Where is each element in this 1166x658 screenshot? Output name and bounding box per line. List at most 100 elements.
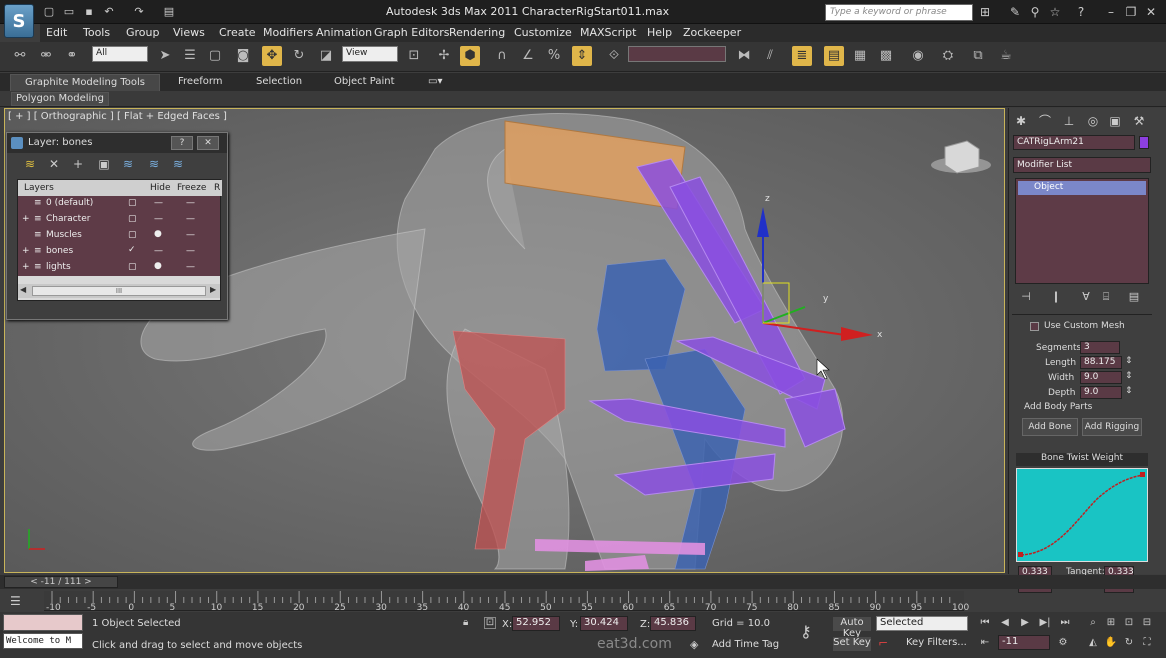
add-to-layer-icon[interactable]: + (71, 157, 85, 171)
freeze-toggle[interactable]: — (186, 230, 195, 240)
scale-icon[interactable]: ◪ (316, 46, 336, 66)
angle-snap-icon[interactable]: ∠ (518, 46, 538, 66)
menu-customize[interactable]: Customize (514, 26, 572, 39)
motion-tab-icon[interactable]: ◎ (1084, 112, 1102, 130)
col-hide[interactable]: Hide (150, 183, 171, 193)
rotate-icon[interactable]: ↻ (289, 46, 309, 66)
lightbulb-icon[interactable]: ● (154, 229, 162, 239)
bind-space-warp-icon[interactable]: ⚭ (62, 46, 82, 66)
create-tab-icon[interactable]: ✱ (1012, 112, 1030, 130)
render-production-icon[interactable]: ☕ (996, 46, 1016, 66)
menu-rendering[interactable]: Rendering (449, 26, 505, 39)
col-render[interactable]: R (214, 183, 220, 193)
expand-toggle[interactable]: + (22, 262, 30, 272)
expand-toggle[interactable]: + (22, 246, 30, 256)
layer-row-muscles[interactable]: ≡ Muscles ▢ ● — (18, 228, 220, 244)
layer-close-button[interactable]: ✕ (197, 136, 219, 150)
highlight-layers-icon[interactable]: ≋ (121, 157, 135, 171)
goto-end-icon[interactable]: ⏭ (1058, 616, 1072, 630)
current-layer-check-icon[interactable]: ✓ (128, 245, 136, 255)
pin-stack-icon[interactable]: ⊣ (1018, 290, 1034, 304)
field-of-view-icon[interactable]: ◭ (1086, 636, 1100, 650)
unlink-icon[interactable]: ⚮ (36, 46, 56, 66)
rectangular-selection-icon[interactable]: ▢ (205, 46, 225, 66)
pan-view-icon[interactable]: ✋ (1104, 636, 1118, 650)
graphite-toggle-icon[interactable]: ▤ (824, 46, 844, 66)
tab-freeform[interactable]: Freeform (172, 74, 229, 91)
selection-lock-icon[interactable]: 🔒︎ (463, 617, 468, 628)
zoom-extents-all-icon[interactable]: ⊟ (1140, 616, 1154, 630)
layers-icon[interactable]: ≋ (23, 157, 37, 171)
move-icon[interactable]: ✥ (262, 46, 282, 66)
set-key-button[interactable]: Set Key (833, 637, 871, 651)
current-layer-icon[interactable]: ▢ (128, 198, 137, 208)
length-field[interactable]: 88.175 (1080, 356, 1122, 369)
current-layer-icon[interactable]: ▢ (128, 262, 137, 272)
select-highlighted-icon[interactable]: ▣ (97, 157, 111, 171)
layer-help-button[interactable]: ? (171, 136, 193, 150)
make-unique-icon[interactable]: ∀ (1078, 290, 1094, 304)
time-tag-icon[interactable]: ◈ (690, 638, 698, 651)
add-rigging-button[interactable]: Add Rigging (1082, 418, 1142, 436)
tab-selection[interactable]: Selection (250, 74, 308, 91)
stack-item-object[interactable]: Object (1018, 181, 1146, 195)
next-frame-icon[interactable]: ▶| (1038, 616, 1052, 630)
tools-icon[interactable]: ✎ (1008, 5, 1022, 19)
layer-window-titlebar[interactable]: Layer: bones ? ✕ (7, 133, 227, 153)
layer-row-default[interactable]: ≡ 0 (default) ▢ — — (18, 196, 220, 212)
menu-animation[interactable]: Animation (316, 26, 372, 39)
star-icon[interactable]: ☆ (1048, 5, 1062, 19)
menu-edit[interactable]: Edit (46, 26, 67, 39)
time-slider-track[interactable] (0, 575, 1166, 589)
width-field[interactable]: 9.0 (1080, 371, 1122, 384)
bone-twist-weight-header[interactable]: Bone Twist Weight (1016, 453, 1148, 466)
col-layers[interactable]: Layers (24, 183, 54, 193)
tab-object-paint[interactable]: Object Paint (328, 74, 401, 91)
set-key-icon[interactable]: ⚷ (800, 622, 812, 641)
freeze-toggle[interactable]: — (186, 214, 195, 224)
hide-toggle[interactable]: — (154, 214, 163, 224)
length-spinner-icon[interactable]: ⇕ (1125, 356, 1133, 366)
delete-layer-icon[interactable]: ✕ (47, 157, 61, 171)
show-end-result-icon[interactable]: ❙ (1048, 290, 1064, 304)
spinner-snap-icon[interactable]: ⇕ (572, 46, 592, 66)
freeze-all-layers-icon[interactable]: ≋ (171, 157, 185, 171)
previous-frame-icon[interactable]: ◀ (998, 616, 1012, 630)
layer-list-scrollbar[interactable]: ◀ III ▶ (18, 284, 220, 298)
segments-field[interactable]: 3 (1080, 341, 1120, 354)
hierarchy-tab-icon[interactable]: ⊥ (1060, 112, 1078, 130)
configure-sets-icon[interactable]: ▤ (1126, 290, 1142, 304)
width-spinner-icon[interactable]: ⇕ (1125, 371, 1133, 381)
display-tab-icon[interactable]: ▣ (1106, 112, 1124, 130)
key-mode-toggle-icon[interactable]: ⇤ (978, 636, 992, 650)
maxscript-mini-listener[interactable]: Welcome to M (3, 633, 83, 649)
goto-start-icon[interactable]: ⏮ (978, 616, 992, 630)
time-slider[interactable]: < -11 / 111 > (4, 576, 118, 588)
undo-icon[interactable]: ↶ (102, 5, 116, 19)
scroll-thumb[interactable]: III (32, 286, 206, 296)
close-icon[interactable]: ✕ (1144, 5, 1158, 19)
object-color-swatch[interactable] (1139, 136, 1149, 149)
window-crossing-icon[interactable]: ◙ (233, 46, 253, 66)
auto-key-button[interactable]: Auto Key (833, 617, 871, 639)
zoom-icon[interactable]: ⌕ (1086, 616, 1100, 630)
x-coordinate-field[interactable]: 52.952 (512, 616, 560, 631)
new-file-icon[interactable]: ▢ (42, 5, 56, 19)
freeze-toggle[interactable]: — (186, 246, 195, 256)
hide-all-layers-icon[interactable]: ≋ (147, 157, 161, 171)
zoom-all-icon[interactable]: ⊞ (1104, 616, 1118, 630)
curve-editor-icon[interactable]: ▦ (850, 46, 870, 66)
material-editor-icon[interactable]: ◉ (908, 46, 928, 66)
maximize-viewport-icon[interactable]: ⛶ (1140, 636, 1154, 650)
layer-row-character[interactable]: + ≡ Character ▢ — — (18, 212, 220, 228)
hide-toggle[interactable]: — (154, 246, 163, 256)
menu-help[interactable]: Help (647, 26, 672, 39)
depth-field[interactable]: 9.0 (1080, 386, 1122, 399)
default-in-out-tangent-icon[interactable]: ⌐ (878, 636, 888, 650)
orbit-icon[interactable]: ↻ (1122, 636, 1136, 650)
reference-coord-dropdown[interactable]: View (342, 46, 398, 62)
key-filters-button[interactable]: Key Filters... (906, 637, 967, 648)
object-name-field[interactable]: CATRigLArm21 (1013, 135, 1135, 150)
col-freeze[interactable]: Freeze (177, 183, 206, 193)
polygon-modeling-panel[interactable]: Polygon Modeling (11, 92, 109, 106)
